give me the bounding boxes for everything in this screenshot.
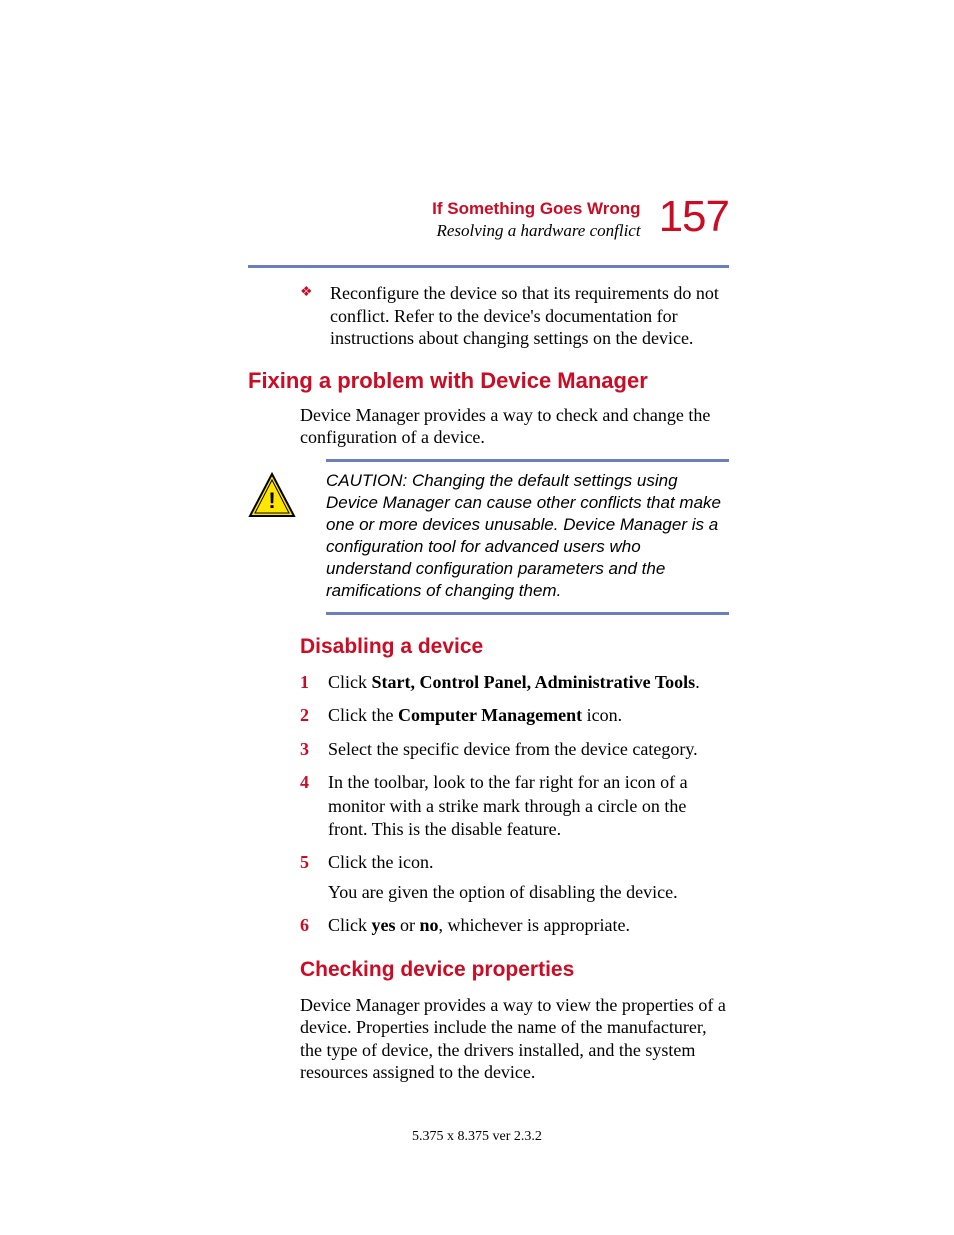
step-2: Click the Computer Management icon.	[300, 704, 729, 727]
caution-icon: !	[248, 472, 296, 520]
step-4: In the toolbar, look to the far right fo…	[300, 771, 729, 841]
caution-rule-bottom	[326, 612, 729, 615]
step-1: Click Start, Control Panel, Administrati…	[300, 671, 729, 694]
diamond-bullet-icon: ❖	[300, 282, 314, 350]
bullet-item: ❖ Reconfigure the device so that its req…	[300, 282, 729, 350]
heading-disabling-device: Disabling a device	[300, 635, 729, 659]
section-title: Resolving a hardware conflict	[432, 221, 640, 241]
heading-fixing-device-manager: Fixing a problem with Device Manager	[248, 368, 729, 394]
bullet-text: Reconfigure the device so that its requi…	[330, 282, 729, 350]
step-5: Click the icon. You are given the option…	[300, 851, 729, 904]
steps-list: Click Start, Control Panel, Administrati…	[300, 671, 729, 938]
caution-block: ! CAUTION: Changing the default settings…	[248, 459, 729, 616]
step-6: Click yes or no, whichever is appropriat…	[300, 914, 729, 937]
step-5-sub: You are given the option of disabling th…	[328, 881, 729, 904]
header-rule	[248, 265, 729, 268]
page-number: 157	[659, 195, 729, 239]
caution-text: CAUTION: Changing the default settings u…	[326, 470, 729, 603]
caution-rule-top	[326, 459, 729, 462]
heading-checking-properties: Checking device properties	[300, 958, 729, 982]
section3-body: Device Manager provides a way to view th…	[300, 994, 729, 1084]
step-3: Select the specific device from the devi…	[300, 738, 729, 761]
section1-body: Device Manager provides a way to check a…	[300, 404, 729, 449]
chapter-title: If Something Goes Wrong	[432, 199, 640, 219]
page-header: If Something Goes Wrong Resolving a hard…	[432, 195, 729, 241]
footer-text: 5.375 x 8.375 ver 2.3.2	[0, 1129, 954, 1145]
svg-text:!: !	[268, 488, 275, 513]
